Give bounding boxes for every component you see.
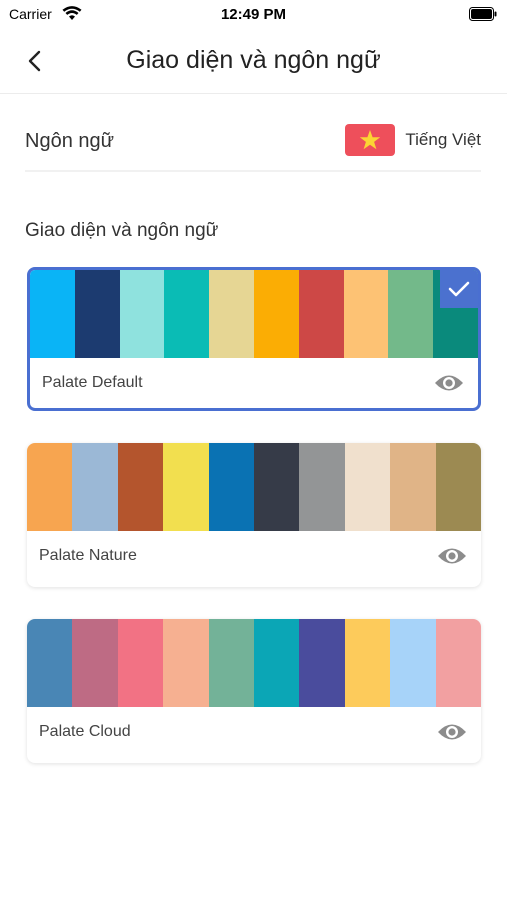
status-time: 12:49 PM <box>220 6 287 23</box>
eye-icon[interactable] <box>437 720 467 744</box>
palette-name: Palate Nature <box>39 547 137 564</box>
color-swatch <box>27 619 73 707</box>
color-swatch <box>164 270 210 358</box>
palette-footer: Palate Cloud <box>27 707 481 759</box>
palette-swatches <box>27 619 481 707</box>
color-swatch <box>298 270 344 358</box>
palette-card[interactable]: Palate Nature <box>27 443 481 587</box>
color-swatch <box>344 619 391 707</box>
color-swatch <box>208 619 255 707</box>
color-swatch <box>74 270 120 358</box>
color-swatch <box>390 443 436 531</box>
battery-icon <box>469 7 497 21</box>
color-swatch <box>390 619 436 707</box>
eye-icon[interactable] <box>434 371 464 395</box>
color-swatch <box>163 443 209 531</box>
color-swatch <box>254 619 300 707</box>
palette-swatches <box>27 443 481 531</box>
color-swatch <box>72 619 118 707</box>
page-title: Giao diện và ngôn ngữ <box>126 46 381 74</box>
status-bar: Carrier 12:49 PM <box>0 0 507 28</box>
theme-section-title: Giao diện và ngôn ngữ <box>25 220 219 241</box>
color-swatch <box>72 443 118 531</box>
color-swatch <box>117 443 164 531</box>
language-selector[interactable]: Tiếng Việt <box>345 124 481 156</box>
language-value: Tiếng Việt <box>405 130 481 149</box>
color-swatch <box>299 619 345 707</box>
nav-bar: Giao diện và ngôn ngữ <box>0 28 507 94</box>
color-swatch <box>209 270 254 358</box>
color-swatch <box>254 443 300 531</box>
color-swatch <box>117 619 164 707</box>
palette-card[interactable]: Palate Cloud <box>27 619 481 763</box>
color-swatch <box>119 270 165 358</box>
vietnam-flag-icon <box>345 124 396 156</box>
palette-footer: Palate Default <box>30 358 478 408</box>
eye-icon[interactable] <box>437 544 467 568</box>
palette-card[interactable]: Palate Default <box>27 267 481 411</box>
color-swatch <box>253 270 299 358</box>
color-swatch <box>435 443 481 531</box>
palette-name: Palate Cloud <box>39 723 131 740</box>
selected-badge <box>440 270 478 308</box>
color-swatch <box>208 443 255 531</box>
color-swatch <box>344 443 391 531</box>
color-swatch <box>388 270 434 358</box>
color-swatch <box>163 619 209 707</box>
palette-footer: Palate Nature <box>27 531 481 583</box>
language-row: Ngôn ngữ Tiếng Việt <box>25 110 481 172</box>
palette-swatches <box>30 270 478 358</box>
check-icon <box>448 281 470 297</box>
color-swatch <box>27 443 73 531</box>
color-swatch <box>343 270 389 358</box>
palette-name: Palate Default <box>42 374 143 391</box>
color-swatch <box>30 270 75 358</box>
language-label: Ngôn ngữ <box>25 130 115 152</box>
color-swatch <box>435 619 481 707</box>
color-swatch <box>299 443 345 531</box>
